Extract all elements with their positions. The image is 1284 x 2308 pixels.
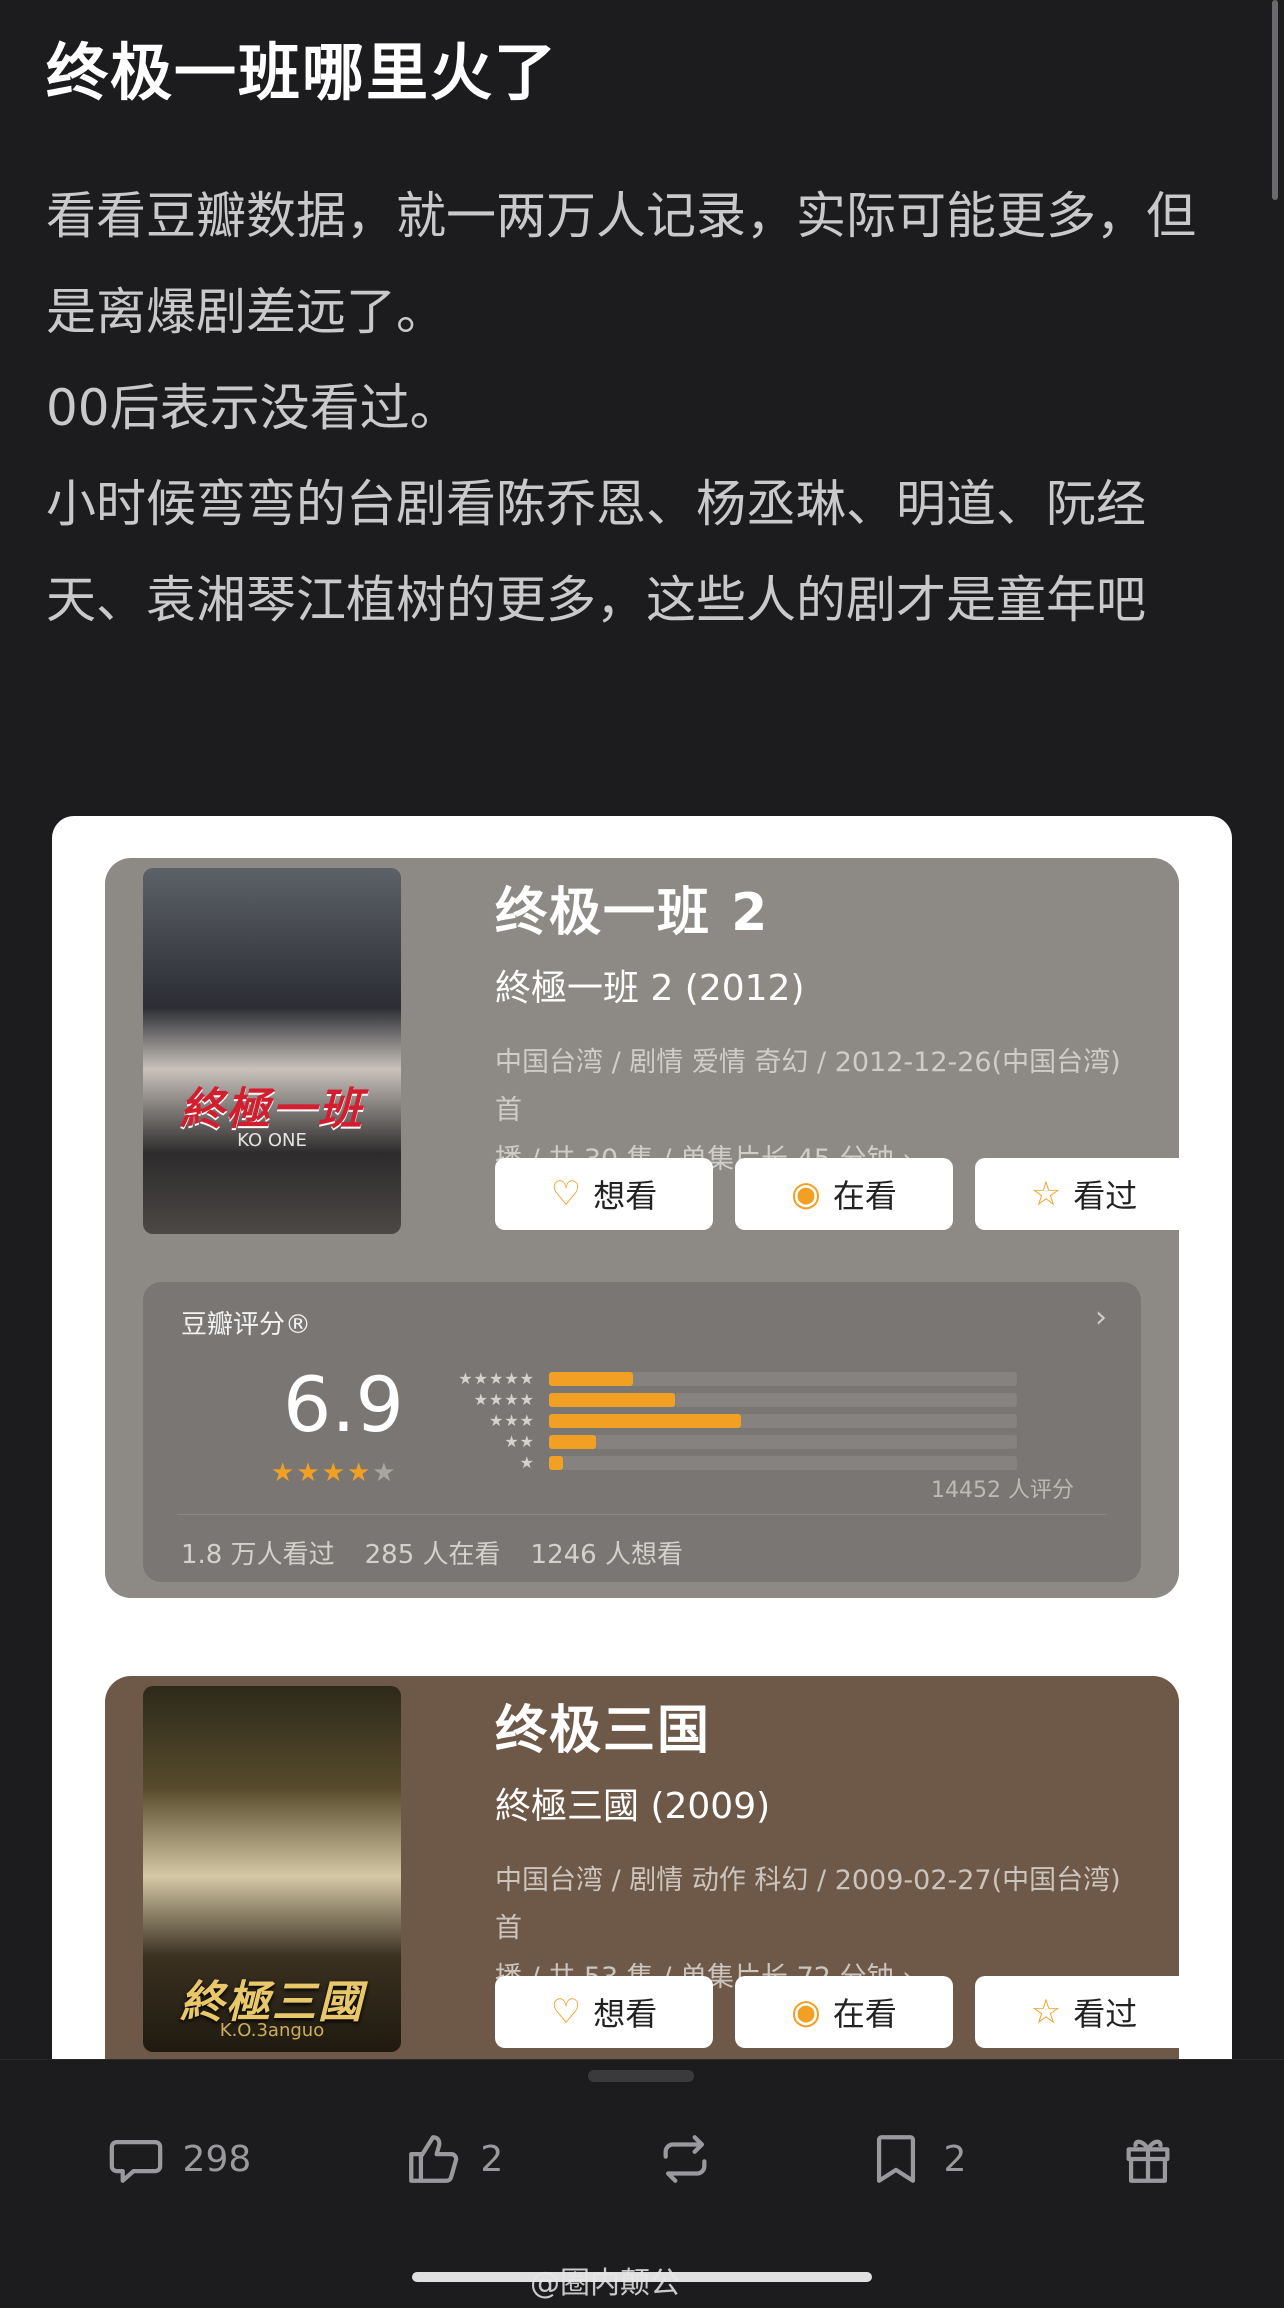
like-count: 2 <box>480 2138 504 2180</box>
bookmark-icon <box>877 2135 916 2183</box>
gift-button[interactable] <box>1119 2130 1177 2188</box>
stars-2-icon: ★★ <box>504 1432 535 1451</box>
post-paragraph: 看看豆瓣数据，就一两万人记录，实际可能更多，但是离爆剧差远了。 <box>46 187 1196 341</box>
want-button[interactable]: ♡ 想看 <box>495 1158 713 1230</box>
rating-count: 14452 人评分 <box>931 1478 1074 1503</box>
drama-action-buttons: ♡ 想看 ◉ 在看 ☆ 看过 <box>495 1158 1179 1230</box>
chevron-right-icon[interactable]: › <box>1095 1300 1107 1335</box>
repost-icon <box>663 2135 707 2183</box>
poster-subtitle: K.O.3anguo <box>219 2020 325 2041</box>
watching-button[interactable]: ◉ 在看 <box>735 1976 953 2048</box>
divider <box>177 1514 1107 1515</box>
want-count: 1246 人想看 <box>530 1540 683 1570</box>
distribution-row: ★ <box>443 1452 1017 1473</box>
watermark: @圈内颠公 <box>530 2266 680 2301</box>
drama-title[interactable]: 终极一班 2 <box>495 870 1149 945</box>
distribution-row: ★★ <box>443 1431 1017 1452</box>
post-body: 看看豆瓣数据，就一两万人记录，实际可能更多，但是离爆剧差远了。 00后表示没看过… <box>46 168 1236 648</box>
watched-label: 看过 <box>1073 1995 1138 2033</box>
drama-info: 终极一班 2 終極一班 2 (2012) 中国台湾 / 剧情 爱情 奇幻 / 2… <box>495 870 1149 1184</box>
want-button[interactable]: ♡ 想看 <box>495 1976 713 2048</box>
stars-1-icon: ★ <box>519 1453 535 1472</box>
gift-icon <box>1127 2139 1170 2183</box>
heart-plus-icon: ♡ <box>550 1174 582 1214</box>
drag-handle[interactable] <box>588 2070 694 2082</box>
post-paragraph: 小时候弯弯的台剧看陈乔恩、杨丞琳、明道、阮经天、袁湘琴江植树的更多，这些人的剧才… <box>46 475 1146 629</box>
action-row: 298 2 2 <box>0 2130 1284 2188</box>
comment-count: 298 <box>182 2138 252 2180</box>
stars-4-icon: ★★★★ <box>473 1390 535 1409</box>
distribution-row: ★★★★ <box>443 1389 1017 1410</box>
target-icon: ◉ <box>791 1174 821 1214</box>
half-star-icon: ★ <box>346 1458 373 1488</box>
drama-title[interactable]: 终极三国 <box>495 1688 1149 1763</box>
drama-original-title: 終極三國 (2009) <box>495 1786 771 1827</box>
poster-subtitle: KO ONE <box>237 1130 307 1151</box>
rating-stars: ★★★★★ <box>271 1458 398 1488</box>
like-button[interactable]: 2 <box>404 2130 503 2188</box>
star-icon: ★ <box>271 1458 297 1488</box>
rating-stats: 1.8 万人看过 285 人在看 1246 人想看 <box>181 1534 683 1571</box>
post-title: 终极一班哪里火了 <box>46 36 559 109</box>
watched-button[interactable]: ☆ 看过 <box>975 1976 1179 2048</box>
drama-meta-line: 中国台湾 / 剧情 爱情 奇幻 / 2012-12-26(中国台湾) 首 <box>495 1047 1121 1126</box>
watching-label: 在看 <box>832 1177 897 1215</box>
favorite-count: 2 <box>943 2138 967 2180</box>
star-icon: ☆ <box>1030 1992 1062 2032</box>
watching-button[interactable]: ◉ 在看 <box>735 1158 953 1230</box>
distribution-bar <box>549 1371 634 1386</box>
drama-card[interactable]: 終極一班 KO ONE 终极一班 2 終極一班 2 (2012) 中国台湾 / … <box>105 858 1179 1598</box>
heart-plus-icon: ♡ <box>550 1992 582 2032</box>
douban-rating-panel[interactable]: 豆瓣评分® › 6.9 ★★★★★ ★★★★★ ★★★★ ★★★ ★★ ★ 14… <box>143 1282 1141 1582</box>
comment-button[interactable]: 298 <box>107 2130 252 2188</box>
embedded-screenshot: 終極一班 KO ONE 终极一班 2 終極一班 2 (2012) 中国台湾 / … <box>52 816 1232 2116</box>
watched-button[interactable]: ☆ 看过 <box>975 1158 1179 1230</box>
drama-poster[interactable]: 終極一班 KO ONE <box>143 868 401 1234</box>
star-icon: ★ <box>296 1458 322 1488</box>
post-paragraph: 00后表示没看过。 <box>46 379 460 437</box>
distribution-row: ★★★★★ <box>443 1368 1017 1389</box>
watched-count: 1.8 万人看过 <box>181 1540 335 1570</box>
drama-action-buttons: ♡ 想看 ◉ 在看 ☆ 看过 <box>495 1976 1179 2048</box>
star-icon: ★ <box>321 1458 347 1488</box>
distribution-bar <box>549 1455 564 1470</box>
want-label: 想看 <box>593 1177 658 1215</box>
watching-count: 285 人在看 <box>364 1540 501 1570</box>
rating-distribution: ★★★★★ ★★★★ ★★★ ★★ ★ <box>443 1368 1017 1473</box>
drama-card[interactable]: 終極三國 K.O.3anguo 终极三国 終極三國 (2009) 中国台湾 / … <box>105 1676 1179 2116</box>
target-icon: ◉ <box>791 1992 821 2032</box>
distribution-bar <box>549 1434 596 1449</box>
distribution-bar <box>549 1392 676 1407</box>
favorite-button[interactable]: 2 <box>867 2130 966 2188</box>
drama-original-title: 終極一班 2 (2012) <box>495 968 805 1009</box>
watched-label: 看过 <box>1073 1177 1138 1215</box>
drama-meta-line: 中国台湾 / 剧情 动作 科幻 / 2009-02-27(中国台湾) 首 <box>495 1865 1121 1944</box>
poster-title: 終極一班 <box>180 1084 364 1135</box>
watching-label: 在看 <box>832 1995 897 2033</box>
thumbs-up-icon <box>409 2135 459 2183</box>
rating-label: 豆瓣评分® <box>181 1310 312 1340</box>
rating-score: 6.9 <box>283 1360 404 1449</box>
stars-3-icon: ★★★ <box>488 1411 535 1430</box>
drama-poster[interactable]: 終極三國 K.O.3anguo <box>143 1686 401 2052</box>
comment-icon <box>109 2139 162 2183</box>
drama-info: 终极三国 終極三國 (2009) 中国台湾 / 剧情 动作 科幻 / 2009-… <box>495 1688 1149 2002</box>
star-empty-icon: ★ <box>372 1458 398 1488</box>
distribution-row: ★★★ <box>443 1410 1017 1431</box>
want-label: 想看 <box>593 1995 658 2033</box>
scrollbar[interactable] <box>1272 0 1278 200</box>
distribution-bar <box>549 1413 741 1428</box>
repost-button[interactable] <box>656 2130 714 2188</box>
star-icon: ☆ <box>1030 1174 1062 1214</box>
stars-5-icon: ★★★★★ <box>458 1369 535 1388</box>
